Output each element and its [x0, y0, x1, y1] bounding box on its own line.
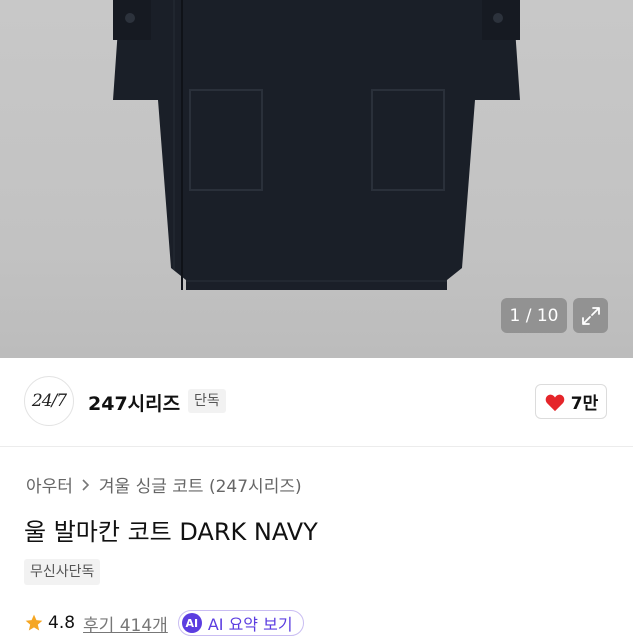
breadcrumb-item-category[interactable]: 아우터 — [26, 472, 73, 497]
breadcrumb: 아우터 겨울 싱글 코트 (247시리즈) — [26, 472, 302, 497]
star-icon — [25, 614, 43, 631]
exclusive-badge: 무신사단독 — [24, 559, 101, 585]
review-count-link[interactable]: 후기 414개 — [83, 611, 168, 636]
expand-button[interactable] — [573, 298, 608, 333]
product-title: 울 발마칸 코트 DARK NAVY — [24, 518, 318, 546]
heart-icon — [545, 394, 565, 411]
brand-name[interactable]: 247시리즈 — [88, 389, 180, 416]
like-count: 7만 — [570, 394, 599, 414]
rating-row: 4.8 후기 414개 AI AI 요약 보기 — [24, 610, 304, 636]
brand-exclusive-badge: 단독 — [188, 389, 226, 413]
expand-icon — [581, 306, 600, 325]
brand-logo[interactable]: 24/7 — [24, 376, 74, 426]
chevron-right-icon — [82, 478, 90, 491]
image-counter: 1 / 10 — [501, 298, 567, 333]
like-button[interactable]: 7만 — [535, 384, 607, 419]
product-image-gallery[interactable]: 1 / 10 — [0, 0, 633, 358]
rating-score: 4.8 — [48, 613, 76, 633]
ai-summary-label: AI 요약 보기 — [207, 615, 293, 634]
breadcrumb-item-subcategory[interactable]: 겨울 싱글 코트 (247시리즈) — [99, 472, 302, 497]
ai-summary-button[interactable]: AI AI 요약 보기 — [177, 610, 304, 636]
ai-icon: AI — [181, 613, 202, 633]
